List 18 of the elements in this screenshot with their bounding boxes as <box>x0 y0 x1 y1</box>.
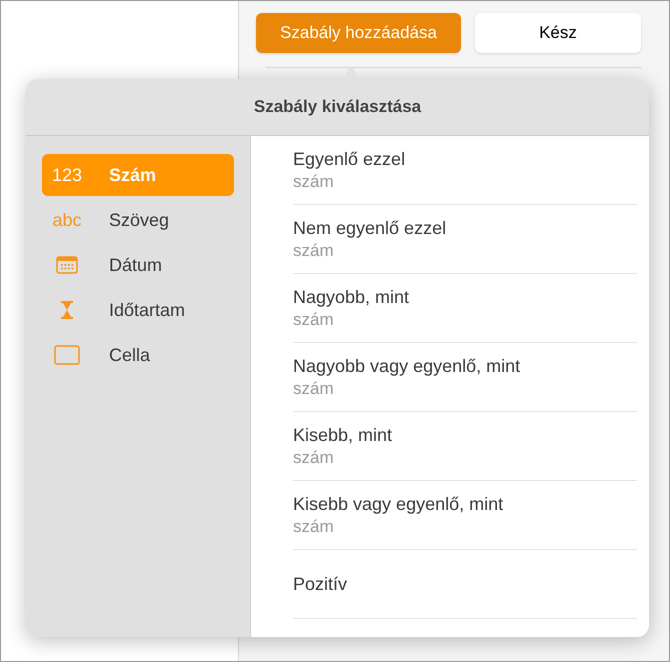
calendar-icon <box>56 256 78 274</box>
category-item[interactable]: Időtartam <box>42 289 234 331</box>
category-item[interactable]: Dátum <box>42 244 234 286</box>
rule-item[interactable]: Kisebb vagy egyenlő, mint szám <box>293 481 637 550</box>
cell-icon <box>54 345 80 365</box>
rule-item[interactable]: Nagyobb, mint szám <box>293 274 637 343</box>
category-glyph: abc <box>51 208 83 232</box>
popover-title: Szabály kiválasztása <box>254 96 422 118</box>
category-item[interactable]: abc Szöveg <box>42 199 234 241</box>
hourglass-icon <box>60 301 74 319</box>
rule-item[interactable]: Nagyobb vagy egyenlő, mint szám <box>293 343 637 412</box>
rule-item[interactable]: Pozitív <box>293 550 637 619</box>
category-item[interactable]: Cella <box>42 334 234 376</box>
category-glyph: 123 <box>50 164 84 186</box>
rule-item[interactable]: Egyenlő ezzel szám <box>293 136 637 205</box>
done-button[interactable]: Kész <box>475 13 641 53</box>
rule-item[interactable]: Nem egyenlő ezzel szám <box>293 205 637 274</box>
rule-item[interactable]: Kisebb, mint szám <box>293 412 637 481</box>
